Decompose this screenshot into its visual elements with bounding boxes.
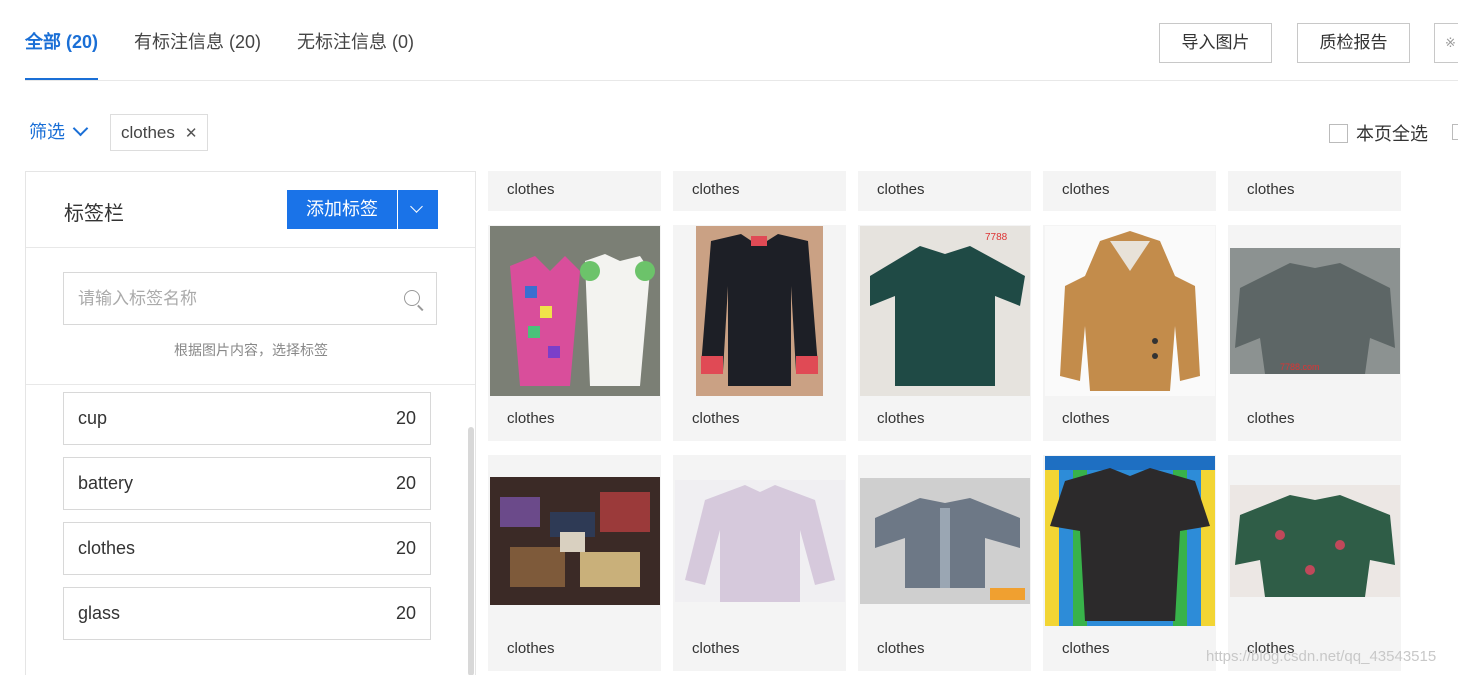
label-item-battery[interactable]: battery 20	[63, 457, 431, 510]
panel-divider	[26, 384, 475, 385]
image-card[interactable]: clothes	[488, 455, 661, 671]
label-item-cup[interactable]: cup 20	[63, 392, 431, 445]
label-name: cup	[78, 408, 108, 428]
image-card[interactable]: clothes	[1228, 171, 1401, 211]
image-caption: clothes	[1247, 410, 1295, 427]
label-item-glass[interactable]: glass 20	[63, 587, 431, 640]
image-card[interactable]: 7788 clothes	[858, 225, 1031, 441]
filter-toggle[interactable]: 筛选	[29, 118, 89, 144]
image-caption: clothes	[877, 410, 925, 427]
label-hint: 根据图片内容，选择标签	[174, 342, 328, 358]
clothes-thumbnail: 7788	[860, 226, 1030, 396]
image-caption: clothes	[692, 640, 740, 657]
partial-control[interactable]	[1452, 124, 1458, 140]
image-caption: clothes	[1062, 640, 1110, 657]
add-label-button[interactable]: 添加标签	[287, 190, 397, 229]
image-caption: clothes	[507, 640, 555, 657]
image-card[interactable]: clothes	[858, 455, 1031, 671]
image-card[interactable]: clothes	[1043, 225, 1216, 441]
image-caption: clothes	[692, 410, 740, 427]
clothes-thumbnail	[490, 477, 660, 605]
tab-unlabeled[interactable]: 无标注信息 (0)	[297, 0, 414, 80]
search-icon[interactable]	[404, 290, 420, 306]
image-card[interactable]: clothes	[488, 171, 661, 211]
image-caption: clothes	[1062, 181, 1110, 198]
more-button-label: ※	[1445, 35, 1456, 50]
svg-text:7788: 7788	[985, 232, 1008, 243]
clothes-thumbnail	[1045, 456, 1215, 626]
filter-label: 筛选	[29, 122, 65, 142]
image-card[interactable]: clothes	[488, 225, 661, 441]
clothes-thumbnail	[860, 478, 1030, 604]
image-caption: clothes	[877, 640, 925, 657]
image-caption: clothes	[692, 181, 740, 198]
image-card[interactable]: clothes	[673, 171, 846, 211]
image-card[interactable]: clothes	[1228, 455, 1401, 671]
image-card[interactable]: clothes	[1043, 455, 1216, 671]
tab-labeled[interactable]: 有标注信息 (20)	[134, 0, 261, 80]
clothes-thumbnail	[1045, 226, 1215, 396]
image-caption: clothes	[1247, 181, 1295, 198]
watermark: https://blog.csdn.net/qq_43543515	[1206, 648, 1437, 665]
more-button[interactable]: ※	[1434, 23, 1458, 63]
label-count: 20	[395, 473, 416, 493]
image-card[interactable]: clothes	[673, 225, 846, 441]
label-search	[63, 272, 437, 325]
label-name: clothes	[78, 538, 136, 558]
panel-divider	[26, 247, 475, 248]
label-name: glass	[78, 603, 121, 623]
tab-all[interactable]: 全部 (20)	[25, 0, 99, 80]
chevron-down-icon	[410, 200, 423, 213]
clothes-thumbnail	[1230, 485, 1400, 597]
label-panel-title: 标签栏	[64, 203, 124, 225]
filter-chip: clothes ✕	[110, 114, 209, 151]
tab-bar: 全部 (20) 有标注信息 (20) 无标注信息 (0)	[25, 0, 450, 80]
close-icon[interactable]: ✕	[185, 124, 198, 142]
label-count: 20	[395, 538, 416, 558]
select-all[interactable]: 本页全选	[1329, 120, 1428, 146]
image-caption: clothes	[877, 181, 925, 198]
image-caption: clothes	[1062, 410, 1110, 427]
image-card[interactable]: clothes	[1043, 171, 1216, 211]
label-count: 20	[395, 603, 416, 623]
filter-chip-label: clothes	[121, 122, 175, 142]
chevron-down-icon	[72, 120, 89, 136]
clothes-thumbnail	[490, 226, 660, 396]
clothes-thumbnail: 7788.com	[1230, 248, 1400, 374]
scrollbar[interactable]	[468, 427, 474, 675]
select-all-label: 本页全选	[1356, 124, 1428, 144]
svg-text:7788.com: 7788.com	[1280, 362, 1320, 372]
clothes-thumbnail	[696, 226, 823, 396]
import-images-button[interactable]: 导入图片	[1159, 23, 1272, 63]
label-panel: 标签栏 添加标签 根据图片内容，选择标签 cup 20 battery 20 c…	[25, 171, 476, 675]
image-caption: clothes	[507, 410, 555, 427]
quality-report-button[interactable]: 质检报告	[1297, 23, 1410, 63]
image-card[interactable]: clothes	[858, 171, 1031, 211]
label-item-clothes[interactable]: clothes 20	[63, 522, 431, 575]
label-search-input[interactable]	[64, 273, 384, 324]
add-label-dropdown[interactable]	[398, 190, 438, 229]
image-card[interactable]: 7788.com clothes	[1228, 225, 1401, 441]
label-count: 20	[395, 408, 416, 428]
header-divider	[25, 80, 1458, 81]
select-all-checkbox[interactable]	[1329, 123, 1348, 143]
image-caption: clothes	[507, 181, 555, 198]
image-card[interactable]: clothes	[673, 455, 846, 671]
label-name: battery	[78, 473, 134, 493]
clothes-thumbnail	[675, 480, 845, 602]
